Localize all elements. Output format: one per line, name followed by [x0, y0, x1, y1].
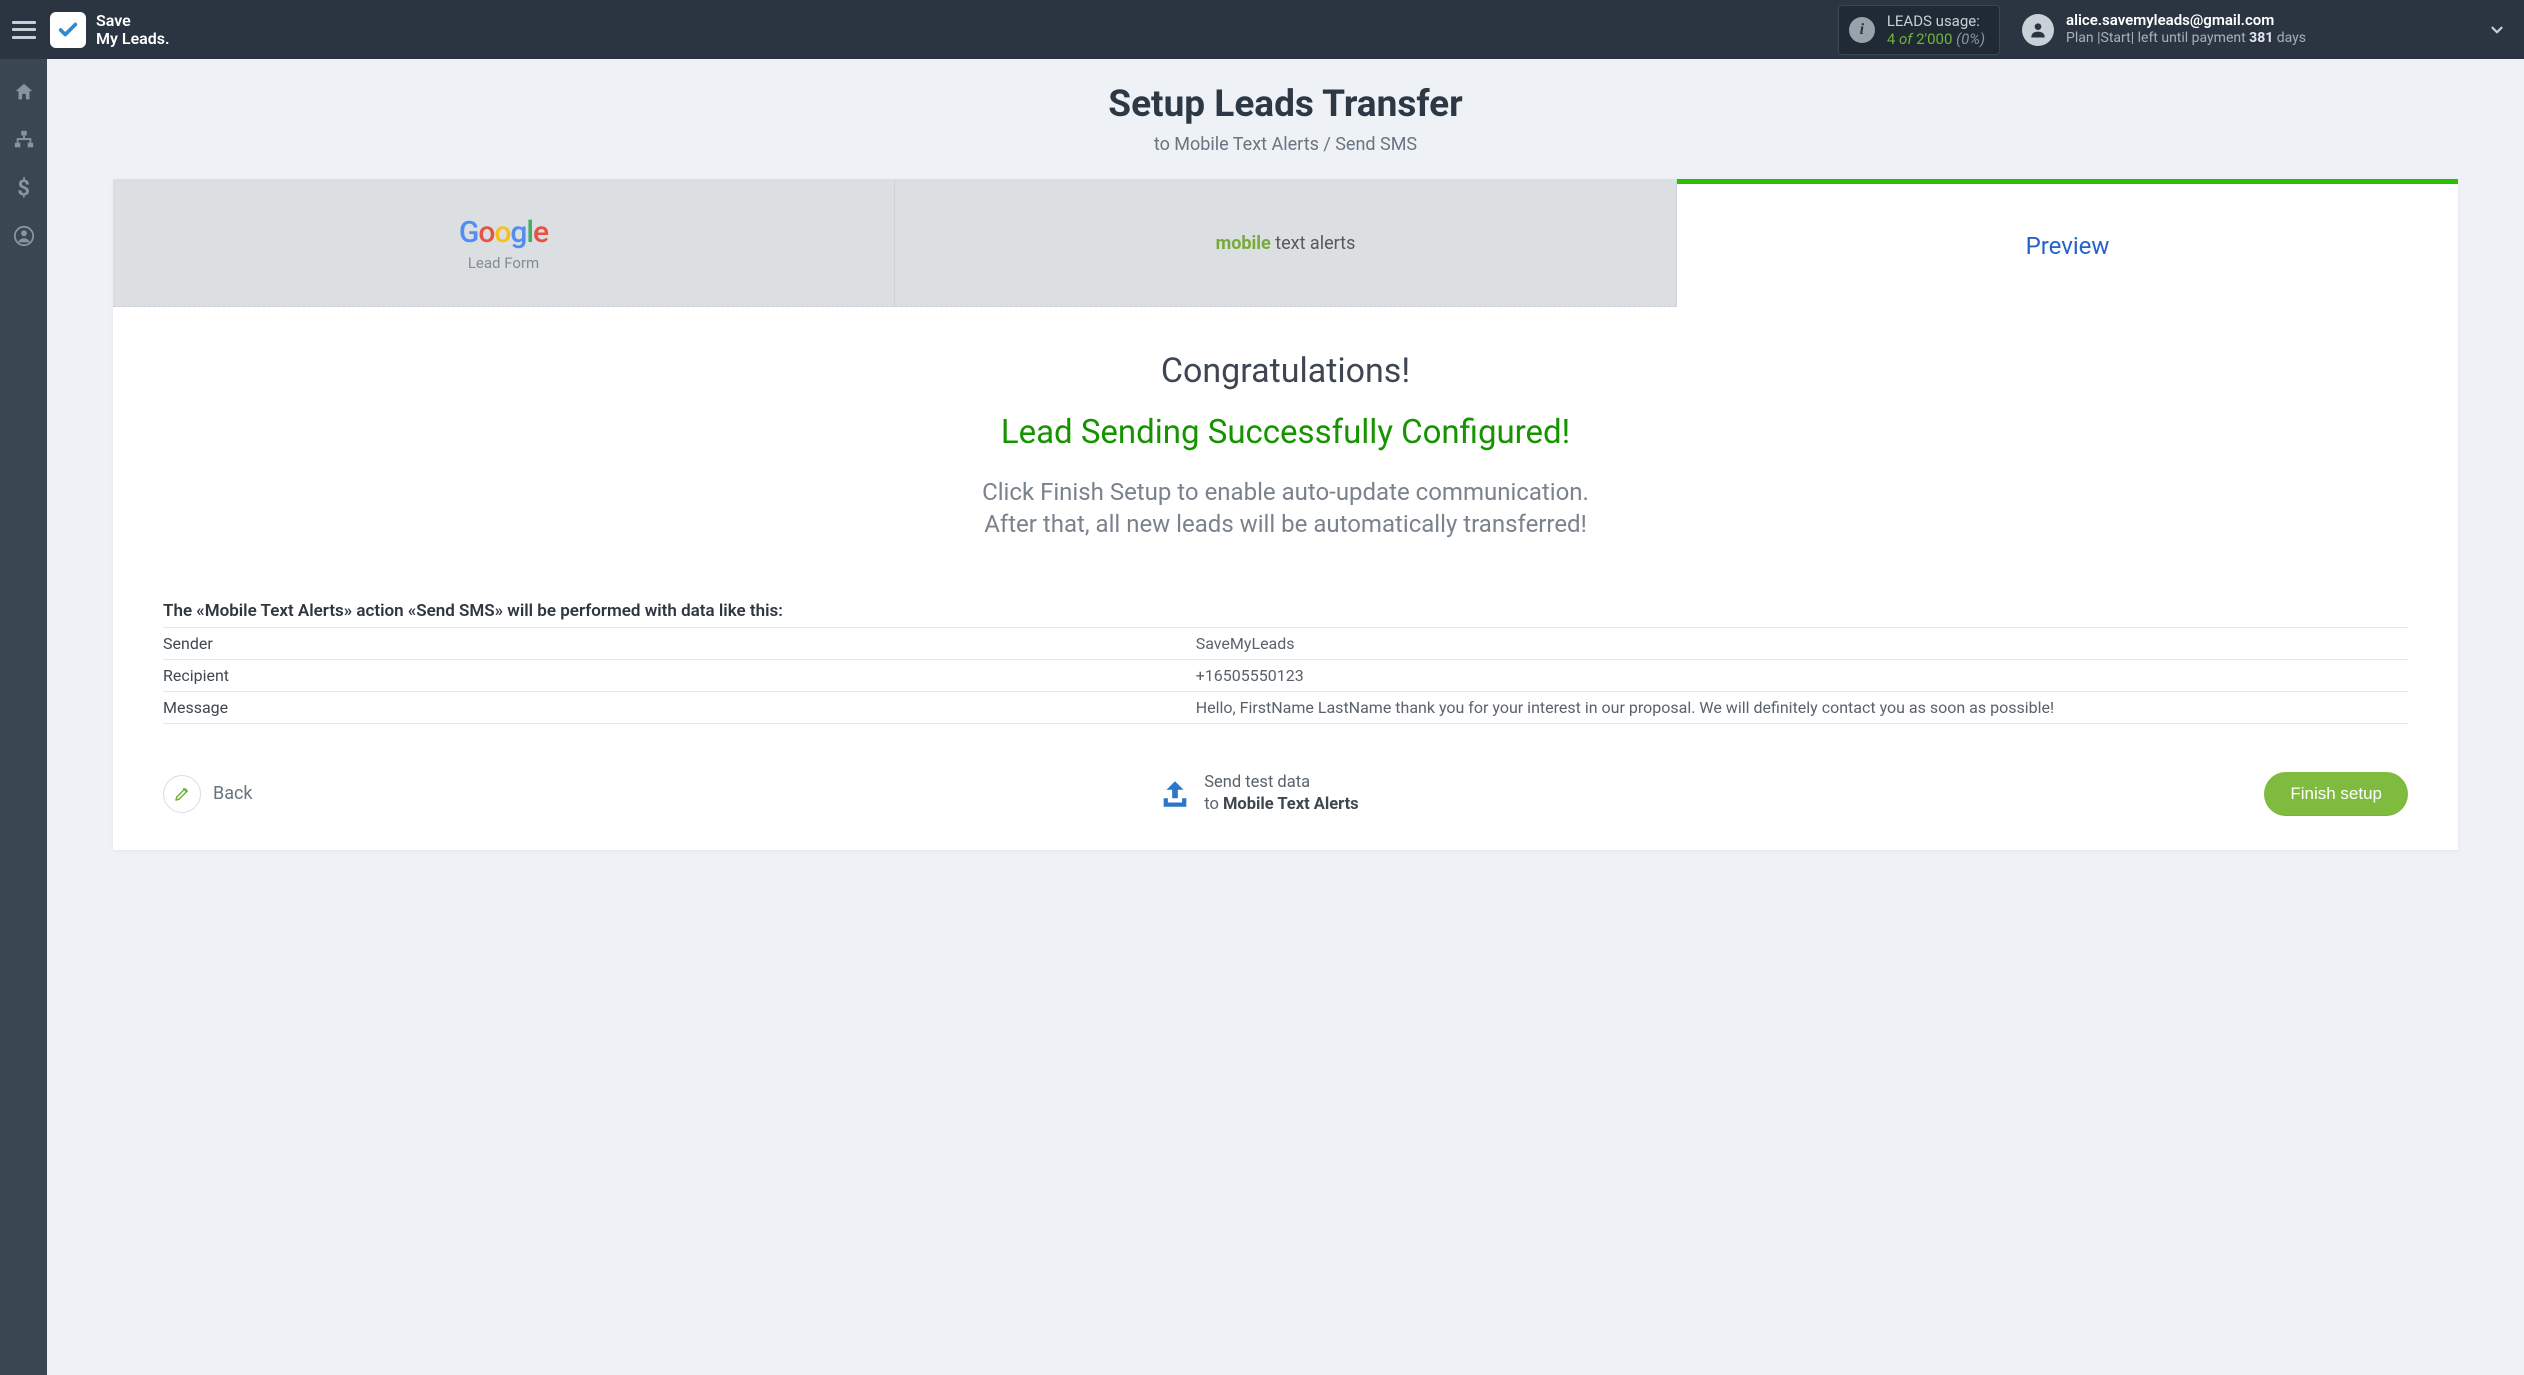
finish-setup-button[interactable]: Finish setup	[2264, 772, 2408, 816]
app-logo-icon[interactable]	[50, 12, 86, 48]
main-content: Setup Leads Transfer to Mobile Text Aler…	[47, 59, 2524, 1375]
avatar-icon	[2022, 14, 2054, 46]
app-name-line2: My Leads.	[96, 30, 170, 48]
back-button[interactable]: Back	[163, 775, 253, 813]
usage-label: LEADS usage:	[1887, 12, 1985, 30]
tab-source-sub: Lead Form	[468, 254, 539, 272]
usage-value: 4 of 2'000 (0%)	[1887, 30, 1985, 48]
tab-source[interactable]: Google Lead Form	[113, 179, 895, 307]
page-title: Setup Leads Transfer	[113, 83, 2458, 126]
footer-actions: Back Send test data to Mobile Text Alert…	[163, 772, 2408, 816]
usage-text: LEADS usage: 4 of 2'000 (0%)	[1887, 12, 1985, 48]
row-key: Sender	[163, 627, 1196, 659]
row-value: +16505550123	[1196, 659, 2408, 691]
table-intro: The «Mobile Text Alerts» action «Send SM…	[163, 601, 2408, 621]
svg-text:$: $	[17, 177, 30, 199]
info-icon: i	[1849, 17, 1875, 43]
account-plan: Plan |Start| left until payment 381 days	[2066, 30, 2306, 48]
top-bar: Save My Leads. i LEADS usage: 4 of 2'000…	[0, 0, 2524, 59]
menu-toggle-icon[interactable]	[12, 21, 36, 39]
back-label: Back	[213, 783, 253, 804]
home-icon[interactable]	[13, 81, 35, 103]
billing-icon[interactable]: $	[13, 177, 35, 199]
table-row: Message Hello, FirstName LastName thank …	[163, 691, 2408, 723]
table-row: Sender SaveMyLeads	[163, 627, 2408, 659]
chevron-down-icon[interactable]	[2488, 21, 2506, 39]
tab-destination[interactable]: mobile text alerts	[895, 179, 1677, 307]
profile-icon[interactable]	[13, 225, 35, 247]
tab-preview[interactable]: Preview	[1677, 179, 2458, 307]
preview-data-table: Sender SaveMyLeads Recipient +1650555012…	[163, 627, 2408, 724]
account-menu[interactable]: alice.savemyleads@gmail.com Plan |Start|…	[2022, 11, 2506, 47]
row-key: Recipient	[163, 659, 1196, 691]
table-row: Recipient +16505550123	[163, 659, 2408, 691]
row-value: Hello, FirstName LastName thank you for …	[1196, 691, 2408, 723]
description-text: Click Finish Setup to enable auto-update…	[163, 476, 2408, 541]
row-value: SaveMyLeads	[1196, 627, 2408, 659]
leads-usage-box[interactable]: i LEADS usage: 4 of 2'000 (0%)	[1838, 5, 2000, 55]
pencil-icon	[163, 775, 201, 813]
account-email: alice.savemyleads@gmail.com	[2066, 11, 2306, 30]
row-key: Message	[163, 691, 1196, 723]
page-subtitle: to Mobile Text Alerts / Send SMS	[113, 134, 2458, 155]
send-test-text: Send test data to Mobile Text Alerts	[1204, 772, 1358, 815]
app-name: Save My Leads.	[96, 12, 170, 47]
connections-icon[interactable]	[13, 129, 35, 151]
success-heading: Lead Sending Successfully Configured!	[163, 413, 2408, 452]
app-name-line1: Save	[96, 12, 170, 30]
upload-icon	[1158, 777, 1192, 811]
setup-card: Google Lead Form mobile text alerts Prev…	[113, 179, 2458, 850]
left-sidebar: $	[0, 59, 47, 1375]
step-tabs: Google Lead Form mobile text alerts Prev…	[113, 179, 2458, 307]
send-test-button[interactable]: Send test data to Mobile Text Alerts	[1158, 772, 1358, 815]
mta-logo: mobile text alerts	[1216, 233, 1356, 254]
congrats-heading: Congratulations!	[163, 351, 2408, 391]
card-body: Congratulations! Lead Sending Successful…	[113, 307, 2458, 850]
tab-preview-label: Preview	[2026, 232, 2110, 260]
google-logo-icon: Google	[459, 215, 548, 250]
